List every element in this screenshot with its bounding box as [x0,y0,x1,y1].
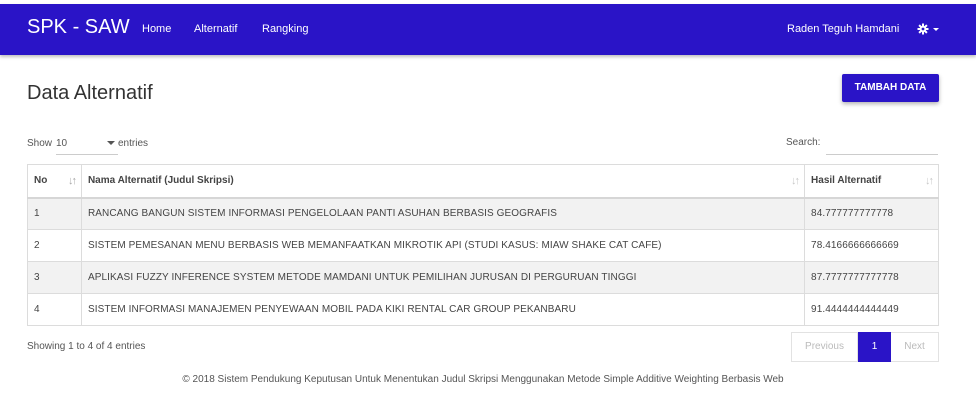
cell-hasil: 78.4166666666669 [804,229,939,262]
nav-rangking[interactable]: Rangking [262,23,308,35]
table-row: 4 SISTEM INFORMASI MANAJEMEN PENYEWAAN M… [27,293,939,326]
column-header-label: No [34,175,48,187]
column-header-hasil[interactable]: Hasil Alternatif ↓↑ [804,164,939,199]
column-header-label: Nama Alternatif (Judul Skripsi) [87,175,234,187]
caret-down-icon [107,141,115,145]
page-1-button[interactable]: 1 [858,332,891,362]
cell-nama: SISTEM PEMESANAN MENU BERBASIS WEB MEMAN… [80,229,806,262]
cell-no: 1 [27,197,82,230]
settings-dropdown[interactable] [917,21,941,37]
cell-nama: SISTEM INFORMASI MANAJEMEN PENYEWAAN MOB… [80,293,806,326]
chevron-down-icon [933,28,939,31]
cell-no: 3 [27,261,82,294]
cell-no: 4 [27,293,82,326]
nav-alternatif[interactable]: Alternatif [194,23,237,35]
cell-nama: RANCANG BANGUN SISTEM INFORMASI PENGELOL… [80,197,806,230]
footer-text: © 2018 Sistem Pendukung Keputusan Untuk … [182,374,784,385]
cell-hasil: 84.777777777778 [804,197,939,230]
cell-nama: APLIKASI FUZZY INFERENCE SYSTEM METODE M… [80,261,806,294]
nav-user-name[interactable]: Raden Teguh Hamdani [787,23,899,35]
nav-home[interactable]: Home [142,23,171,35]
add-data-button[interactable]: TAMBAH DATA [842,74,939,102]
table-row: 1 RANCANG BANGUN SISTEM INFORMASI PENGEL… [27,197,939,230]
sort-icon: ↓↑ [791,175,800,187]
cell-hasil: 91.4444444444449 [804,293,939,326]
page-length-value: 10 [56,138,68,149]
show-label: Show [27,138,53,149]
search-label: Search: [786,137,821,148]
sort-ascending-icon: ↓↑ [67,175,77,187]
table-row: 2 SISTEM PEMESANAN MENU BERBASIS WEB MEM… [27,229,939,262]
sort-icon: ↓↑ [925,175,934,187]
entries-label: entries [118,138,149,149]
cell-no: 2 [27,229,82,262]
pagination: Previous 1 Next [791,332,939,362]
brand-logo[interactable]: SPK - SAW [27,16,130,39]
next-page-button[interactable]: Next [891,332,939,362]
table-info: Showing 1 to 4 of 4 entries [27,341,146,352]
column-header-no[interactable]: No ↓↑ [27,164,82,199]
previous-page-button[interactable]: Previous [791,332,858,362]
alternatif-table: No ↓↑ Nama Alternatif (Judul Skripsi) ↓↑… [27,164,939,326]
table-row: 3 APLIKASI FUZZY INFERENCE SYSTEM METODE… [27,261,939,294]
column-header-label: Hasil Alternatif [811,175,882,187]
page-title: Data Alternatif [27,82,153,104]
column-header-nama[interactable]: Nama Alternatif (Judul Skripsi) ↓↑ [80,164,806,199]
cell-hasil: 87.7777777777778 [804,261,939,294]
top-navbar: SPK - SAW Home Alternatif Rangking Raden… [0,4,976,55]
gear-icon [917,23,939,35]
search-input[interactable] [826,131,938,155]
